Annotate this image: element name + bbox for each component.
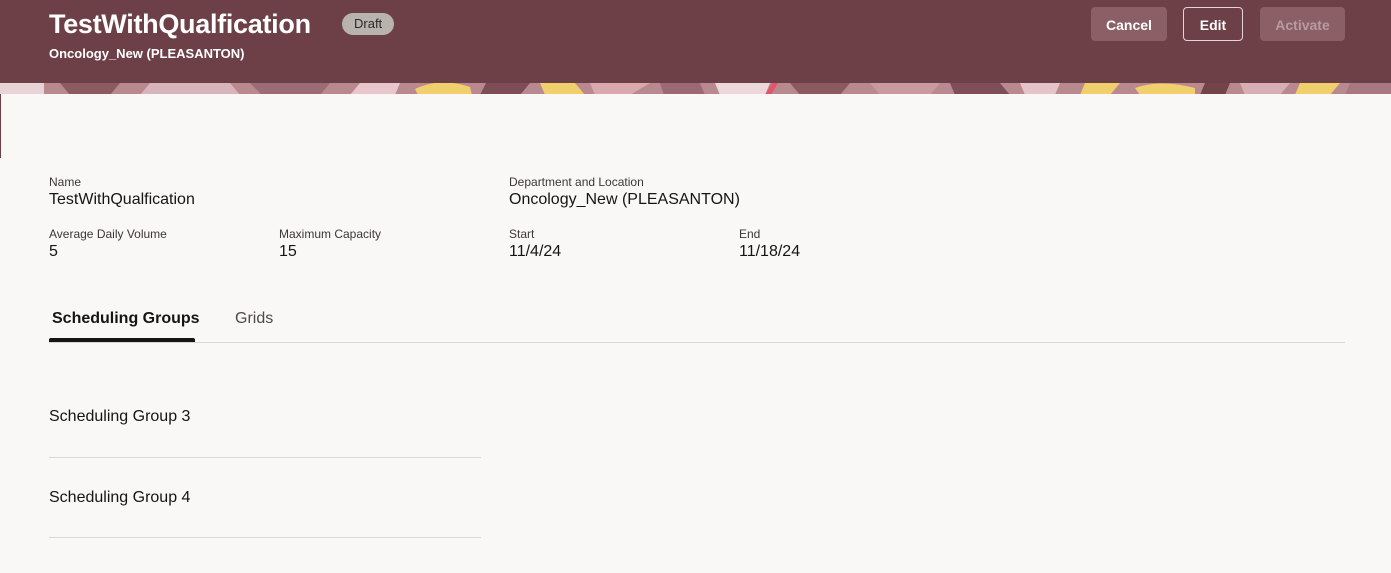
- list-item-scheduling-group-4[interactable]: Scheduling Group 4: [49, 458, 481, 538]
- average-daily-volume-value: 5: [49, 243, 58, 260]
- list-item-scheduling-group-3[interactable]: Scheduling Group 3: [49, 378, 481, 458]
- page-subtitle: Oncology_New (PLEASANTON): [49, 46, 245, 61]
- left-accent: [0, 94, 1, 158]
- activate-button[interactable]: Activate: [1260, 7, 1345, 41]
- tabs-divider: [49, 342, 1345, 343]
- page-header: TestWithQualfication Draft Oncology_New …: [0, 0, 1391, 94]
- tab-scheduling-groups[interactable]: Scheduling Groups: [52, 308, 200, 330]
- name-label: Name: [49, 175, 82, 189]
- end-date-label: End: [739, 227, 761, 241]
- list-item-label: Scheduling Group 3: [49, 408, 191, 425]
- start-date-label: Start: [509, 227, 535, 241]
- name-value: TestWithQualfication: [49, 191, 195, 208]
- average-daily-volume-label: Average Daily Volume: [49, 227, 167, 241]
- header-decorative-banner: [0, 82, 1391, 94]
- end-date-value: 11/18/24: [739, 243, 801, 260]
- maximum-capacity-label: Maximum Capacity: [279, 227, 382, 241]
- page-title: TestWithQualfication: [49, 9, 311, 39]
- list-item-label: Scheduling Group 4: [49, 489, 191, 506]
- start-date-value: 11/4/24: [509, 243, 562, 260]
- status-badge: Draft: [342, 13, 395, 35]
- tab-grids[interactable]: Grids: [235, 308, 273, 330]
- edit-button[interactable]: Edit: [1183, 7, 1243, 41]
- cancel-button[interactable]: Cancel: [1091, 7, 1167, 41]
- department-location-value: Oncology_New (PLEASANTON): [509, 191, 740, 208]
- maximum-capacity-value: 15: [279, 243, 297, 260]
- department-location-label: Department and Location: [509, 175, 644, 189]
